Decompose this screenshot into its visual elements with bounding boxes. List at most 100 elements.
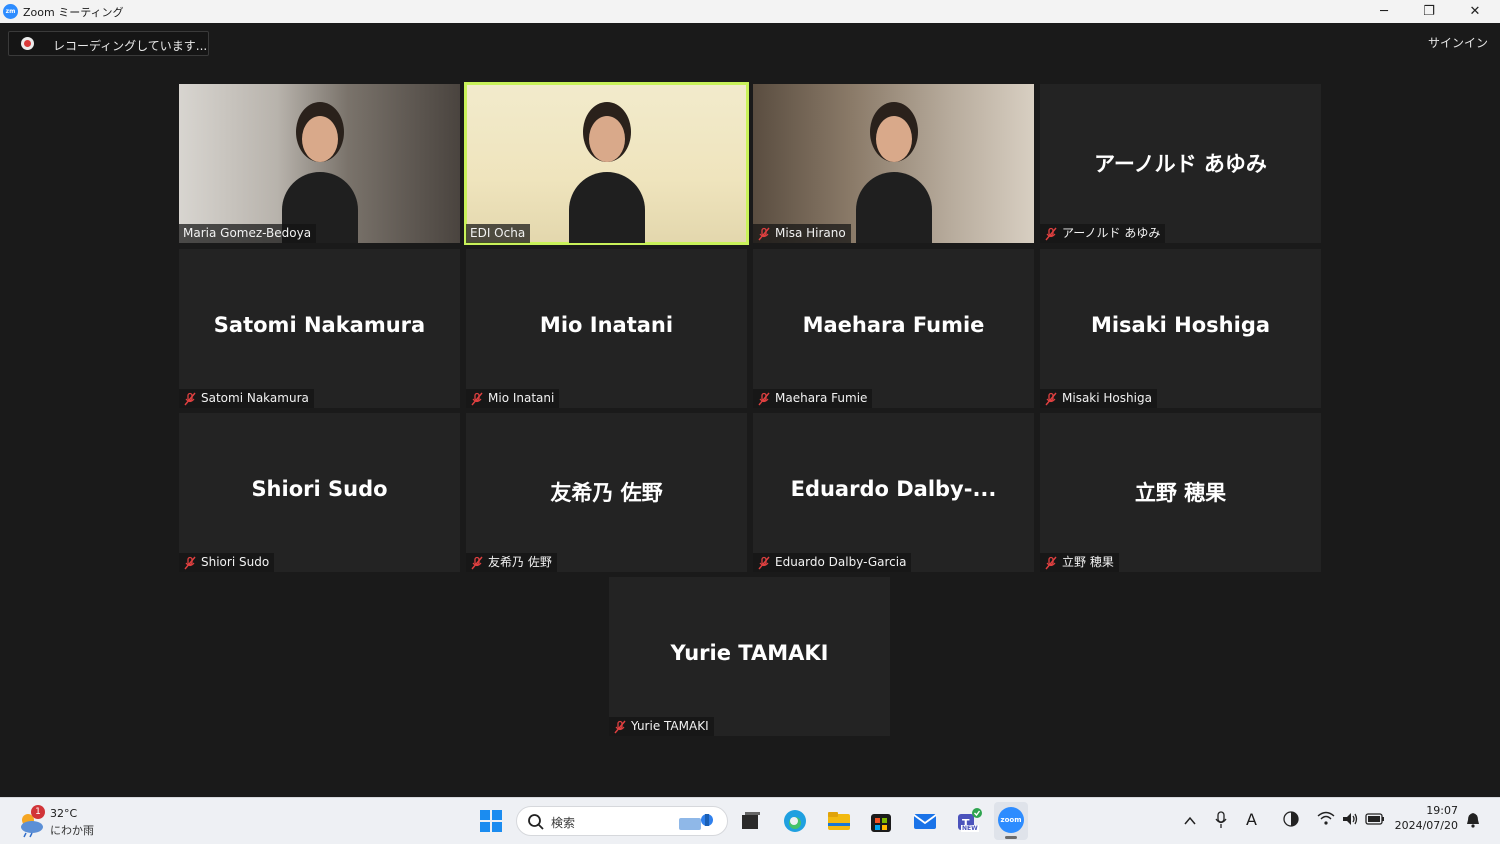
wifi-icon[interactable]: [1317, 811, 1335, 827]
meeting-stage: レコーディングしています... サインイン Maria Gomez-Bedoya…: [0, 23, 1500, 797]
participant-tile[interactable]: Misa Hirano: [753, 84, 1034, 243]
windows-taskbar: 1 32°C にわか雨 検索 T NEW zoom A 19:07 2024/0…: [0, 797, 1500, 844]
participant-display-name: Shiori Sudo: [251, 477, 388, 501]
recording-label: レコーディングしています...: [53, 39, 208, 53]
search-highlight-icon: [679, 814, 713, 830]
participant-video: [855, 102, 932, 243]
participant-name-label: 友希乃 佐野: [466, 553, 557, 572]
focus-assist-icon[interactable]: [1282, 810, 1300, 828]
volume-icon[interactable]: [1341, 811, 1359, 827]
recording-icon: [21, 37, 34, 50]
file-explorer-icon[interactable]: [826, 808, 852, 834]
edge-icon[interactable]: [782, 808, 808, 834]
participant-tile[interactable]: Misaki Hoshiga Misaki Hoshiga: [1040, 249, 1321, 408]
minimize-button[interactable]: ─: [1361, 0, 1407, 23]
signin-button[interactable]: サインイン: [1428, 34, 1488, 51]
mic-muted-icon: [1044, 227, 1058, 241]
participant-name-label: Mio Inatani: [466, 389, 560, 408]
active-app-indicator: [1005, 836, 1017, 839]
participant-tile[interactable]: EDI Ocha: [464, 82, 749, 245]
participant-display-name: Yurie TAMAKI: [670, 641, 829, 665]
weather-widget[interactable]: 1 32°C にわか雨: [14, 802, 104, 842]
mic-muted-icon: [470, 392, 484, 406]
store-icon[interactable]: [868, 808, 894, 834]
zoom-icon: zoom: [998, 807, 1024, 833]
participant-name-label: Misa Hirano: [753, 224, 851, 243]
mic-muted-icon: [757, 556, 771, 570]
participant-name-label: Satomi Nakamura: [179, 389, 314, 408]
taskbar-search[interactable]: 検索: [516, 806, 728, 836]
participant-name: Misa Hirano: [775, 226, 846, 240]
window-title: Zoom ミーティング: [23, 6, 124, 19]
teams-app[interactable]: T NEW: [955, 806, 983, 838]
participant-name: Shiori Sudo: [201, 555, 270, 569]
participant-name: 立野 穂果: [1062, 555, 1114, 569]
participant-name: Yurie TAMAKI: [631, 719, 709, 733]
restore-button[interactable]: ❐: [1406, 0, 1452, 23]
participant-name: Eduardo Dalby-Garcia: [775, 555, 907, 569]
mic-muted-icon: [183, 556, 197, 570]
mic-muted-icon: [1044, 556, 1058, 570]
participant-display-name: Eduardo Dalby-...: [790, 477, 997, 501]
participant-display-name: アーノルド あゆみ: [1094, 152, 1267, 176]
participant-display-name: 立野 穂果: [1134, 481, 1227, 505]
participant-tile[interactable]: Yurie TAMAKI Yurie TAMAKI: [609, 577, 890, 736]
participant-video: [568, 102, 645, 243]
participant-name: Mio Inatani: [488, 391, 555, 405]
participant-name: Misaki Hoshiga: [1062, 391, 1152, 405]
participant-tile[interactable]: 友希乃 佐野 友希乃 佐野: [466, 413, 747, 572]
participant-tile[interactable]: Mio Inatani Mio Inatani: [466, 249, 747, 408]
participant-name: Maehara Fumie: [775, 391, 868, 405]
participant-display-name: Maehara Fumie: [802, 313, 985, 337]
participant-display-name: 友希乃 佐野: [550, 481, 663, 505]
window-titlebar: zm Zoom ミーティング ─ ❐ ✕: [0, 0, 1500, 23]
mic-muted-icon: [757, 227, 771, 241]
participant-name: Maria Gomez-Bedoya: [183, 226, 312, 240]
ime-indicator[interactable]: A: [1246, 810, 1257, 829]
recording-indicator[interactable]: レコーディングしています...: [8, 31, 209, 56]
participant-name: Satomi Nakamura: [201, 391, 309, 405]
zoom-taskbar-app[interactable]: zoom: [994, 802, 1028, 840]
participant-tile[interactable]: Maehara Fumie Maehara Fumie: [753, 249, 1034, 408]
search-icon: [528, 814, 544, 830]
participant-name-label: Eduardo Dalby-Garcia: [753, 553, 912, 572]
mic-muted-icon: [613, 720, 627, 734]
participant-tile[interactable]: Eduardo Dalby-... Eduardo Dalby-Garcia: [753, 413, 1034, 572]
participant-tile[interactable]: Maria Gomez-Bedoya: [179, 84, 460, 243]
clock[interactable]: 19:07 2024/07/20: [1394, 804, 1458, 838]
participant-name-label: Maehara Fumie: [753, 389, 873, 408]
mic-muted-icon: [470, 556, 484, 570]
zoom-logo-icon: zm: [3, 4, 18, 19]
participant-name-label: Maria Gomez-Bedoya: [179, 224, 317, 243]
teams-new-badge: NEW: [961, 825, 979, 832]
notification-bell-icon[interactable]: [1466, 812, 1480, 828]
participant-name: 友希乃 佐野: [488, 555, 552, 569]
participant-display-name: Mio Inatani: [539, 313, 674, 337]
participant-name: EDI Ocha: [470, 226, 526, 240]
weather-condition: にわか雨: [50, 824, 94, 837]
mic-muted-icon: [757, 392, 771, 406]
participant-tile[interactable]: Satomi Nakamura Satomi Nakamura: [179, 249, 460, 408]
participant-display-name: Misaki Hoshiga: [1090, 313, 1271, 337]
battery-icon[interactable]: [1365, 812, 1385, 826]
microphone-icon[interactable]: [1214, 811, 1228, 829]
mic-muted-icon: [1044, 392, 1058, 406]
weather-badge: 1: [31, 805, 45, 819]
start-icon[interactable]: [478, 808, 504, 834]
participant-name-label: アーノルド あゆみ: [1040, 224, 1166, 243]
chevron-up-icon[interactable]: [1183, 814, 1197, 828]
participant-tile[interactable]: Shiori Sudo Shiori Sudo: [179, 413, 460, 572]
participant-name: アーノルド あゆみ: [1062, 226, 1161, 240]
mail-icon[interactable]: [912, 808, 938, 834]
weather-temp: 32°C: [50, 807, 78, 820]
clock-time: 19:07: [1426, 804, 1458, 817]
participant-name-label: 立野 穂果: [1040, 553, 1119, 572]
participant-tile[interactable]: 立野 穂果 立野 穂果: [1040, 413, 1321, 572]
participant-video: [281, 102, 358, 243]
search-label: 検索: [551, 816, 576, 830]
participant-name-label: Yurie TAMAKI: [609, 717, 714, 736]
task-view-icon[interactable]: [738, 808, 764, 834]
participant-display-name: Satomi Nakamura: [213, 313, 426, 337]
participant-tile[interactable]: アーノルド あゆみ アーノルド あゆみ: [1040, 84, 1321, 243]
close-button[interactable]: ✕: [1452, 0, 1498, 23]
